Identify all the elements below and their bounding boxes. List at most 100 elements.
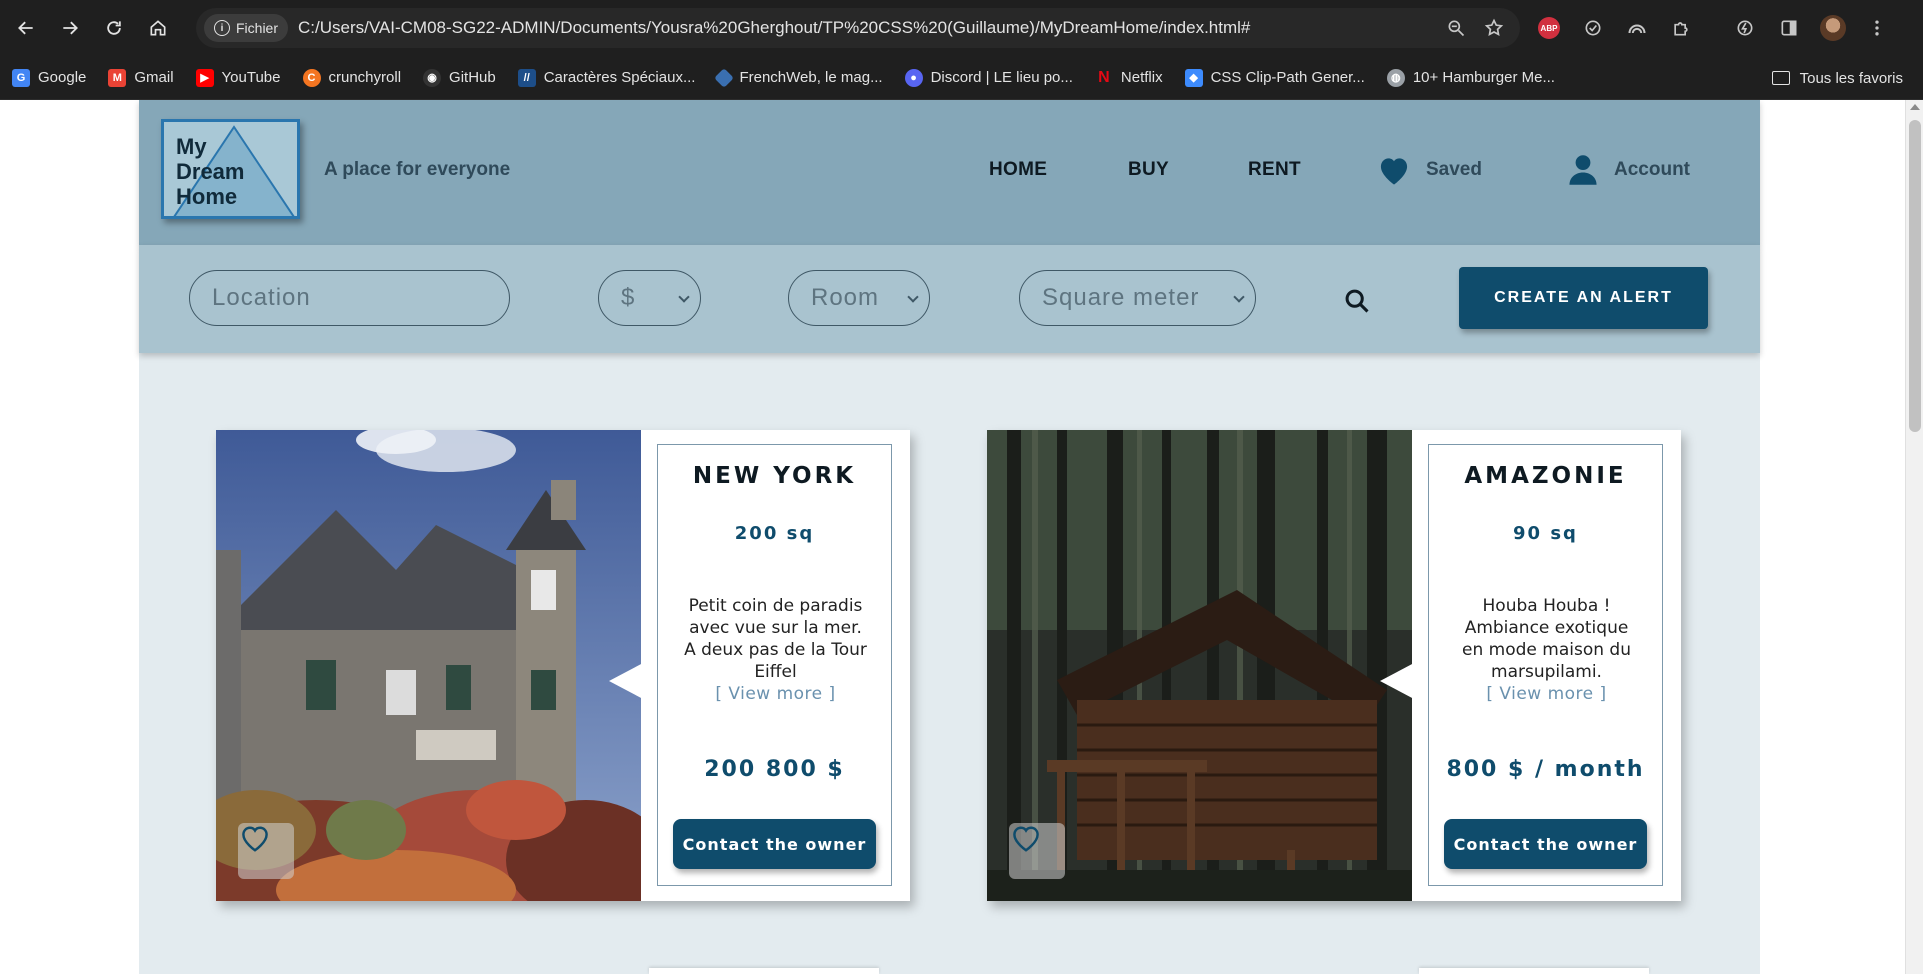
nav-buy-link[interactable]: BUY (1128, 159, 1169, 181)
bookmark-crunchyroll[interactable]: Ccrunchyroll (302, 68, 402, 87)
home-icon (150, 20, 166, 36)
chevron-down-icon (907, 291, 919, 303)
all-bookmarks-label: Tous les favoris (1799, 69, 1903, 87)
bookmark-special-chars[interactable]: // Caractères Spéciaux... (517, 68, 696, 87)
location-input[interactable]: Location (189, 270, 510, 326)
listing-city: NEW YORK (692, 463, 857, 489)
square-meter-select[interactable]: Square meter (1019, 270, 1256, 326)
description-text: Petit coin de paradis avec vue sur la me… (684, 596, 867, 682)
search-bar: Location $ Room Square meter CREATE AN A… (139, 245, 1760, 353)
arc-extension[interactable] (1623, 14, 1651, 42)
star-icon[interactable] (1484, 18, 1504, 38)
profile-button[interactable] (1819, 14, 1847, 42)
nav-rent-link[interactable]: RENT (1248, 159, 1301, 181)
performance-button[interactable] (1731, 14, 1759, 42)
github-icon: ◉ (423, 68, 442, 87)
scrollbar-thumb[interactable] (1909, 120, 1921, 432)
bookmark-frenchweb[interactable]: FrenchWeb, le mag... (714, 67, 883, 88)
nav-buttons (8, 10, 176, 46)
account-label: Account (1614, 159, 1690, 180)
arrow-left-icon (18, 21, 33, 35)
bookmark-label: Caractères Spéciaux... (543, 69, 696, 86)
page-scrollbar[interactable] (1905, 100, 1923, 974)
zoom-icon[interactable] (1446, 18, 1466, 38)
bookmark-gmail[interactable]: M Gmail (108, 68, 174, 87)
avatar (1820, 15, 1846, 41)
bookmark-google[interactable]: G Google (12, 68, 87, 87)
bookmark-label: YouTube (221, 69, 281, 86)
check-circle-icon (1585, 20, 1601, 36)
reload-button[interactable] (96, 10, 132, 46)
all-bookmarks[interactable]: Tous les favoris (1771, 56, 1903, 100)
site-header: My Dream Home A place for everyone HOME … (139, 100, 1760, 245)
special-chars-icon: // (517, 68, 536, 87)
room-select[interactable]: Room (788, 270, 930, 326)
nav-home-link[interactable]: HOME (989, 159, 1047, 181)
side-panel-button[interactable] (1775, 14, 1803, 42)
adblock-extension[interactable]: ABP (1535, 14, 1563, 42)
room-select-value: Room (811, 284, 880, 311)
discord-icon: ● (904, 68, 923, 87)
bookmark-label: Gmail (134, 69, 174, 86)
price-select-value: $ (621, 284, 636, 311)
browser-menu-button[interactable] (1863, 14, 1891, 42)
logo-line: Home (176, 184, 238, 209)
card-notch (609, 663, 643, 699)
bookmark-label: GitHub (449, 69, 496, 86)
listing-photo-cabin (987, 430, 1412, 901)
bookmark-github[interactable]: ◉ GitHub (423, 68, 496, 87)
view-more-link[interactable]: [ View more ] (1455, 683, 1638, 705)
saved-link[interactable]: Saved (1376, 154, 1482, 186)
check-extension[interactable] (1579, 14, 1607, 42)
contact-owner-button[interactable]: Contact the owner (1444, 819, 1647, 869)
address-bar[interactable]: i Fichier C:/Users/VAI-CM08-SG22-ADMIN/D… (196, 8, 1520, 48)
site-info-chip[interactable]: i Fichier (204, 14, 289, 42)
view-more-link[interactable]: [ View more ] (684, 683, 867, 705)
bookmark-clippy[interactable]: ◆ CSS Clip-Path Gener... (1184, 68, 1365, 87)
price-select[interactable]: $ (598, 270, 701, 326)
search-icon[interactable] (1343, 287, 1371, 315)
location-placeholder: Location (212, 284, 311, 311)
bookmark-netflix[interactable]: N Netflix (1095, 68, 1162, 87)
listing-card: AMAZONIE 90 sq Houba Houba ! Ambiance ex… (987, 430, 1681, 901)
folder-icon (1771, 71, 1790, 85)
contact-owner-button[interactable]: Contact the owner (673, 819, 876, 869)
site-info-label: Fichier (236, 20, 279, 36)
scroll-up-arrow-icon[interactable] (1910, 104, 1920, 110)
square-select-value: Square meter (1042, 284, 1200, 311)
bookmark-hamburger[interactable]: ◍ 10+ Hamburger Me... (1386, 68, 1555, 87)
netflix-icon: N (1098, 68, 1110, 86)
url-text[interactable]: C:/Users/VAI-CM08-SG22-ADMIN/Documents/Y… (298, 18, 1250, 38)
account-link[interactable]: Account (1568, 154, 1690, 186)
listing-photo-house (216, 430, 641, 901)
favorite-button[interactable] (1009, 823, 1065, 879)
favorite-button[interactable] (238, 823, 294, 879)
extensions-area: ABP (1535, 10, 1891, 46)
puzzle-icon (1674, 22, 1688, 36)
frenchweb-icon (714, 67, 735, 88)
extensions-button[interactable] (1667, 14, 1695, 42)
bookmark-label: crunchyroll (328, 69, 402, 86)
bookmark-label: Discord | LE lieu po... (930, 69, 1073, 86)
forward-button[interactable] (52, 10, 88, 46)
logo-line: Dream (176, 159, 245, 184)
bookmark-label: Google (38, 69, 87, 86)
logo[interactable]: My Dream Home (161, 119, 300, 219)
bookmark-youtube[interactable]: ▶ YouTube (195, 68, 281, 87)
listing-price: 800 $ / month (1446, 757, 1645, 782)
description-text: Houba Houba ! Ambiance exotique en mode … (1462, 596, 1631, 682)
adblock-icon: ABP (1538, 17, 1560, 39)
bookmark-discord[interactable]: ● Discord | LE lieu po... (904, 68, 1073, 87)
bookmark-label: CSS Clip-Path Gener... (1210, 69, 1365, 86)
next-card-edge (1419, 968, 1649, 974)
gmail-icon: M (108, 68, 127, 87)
bookmark-label: FrenchWeb, le mag... (739, 69, 883, 86)
browser-toolbar: i Fichier C:/Users/VAI-CM08-SG22-ADMIN/D… (0, 0, 1923, 56)
side-panel-icon (1781, 20, 1797, 36)
heart-icon (1380, 158, 1408, 185)
home-button[interactable] (140, 10, 176, 46)
listing-card: NEW YORK 200 sq Petit coin de paradis av… (216, 430, 910, 901)
create-alert-button[interactable]: CREATE AN ALERT (1459, 267, 1708, 329)
back-button[interactable] (8, 10, 44, 46)
omnibox-actions (1446, 8, 1504, 48)
